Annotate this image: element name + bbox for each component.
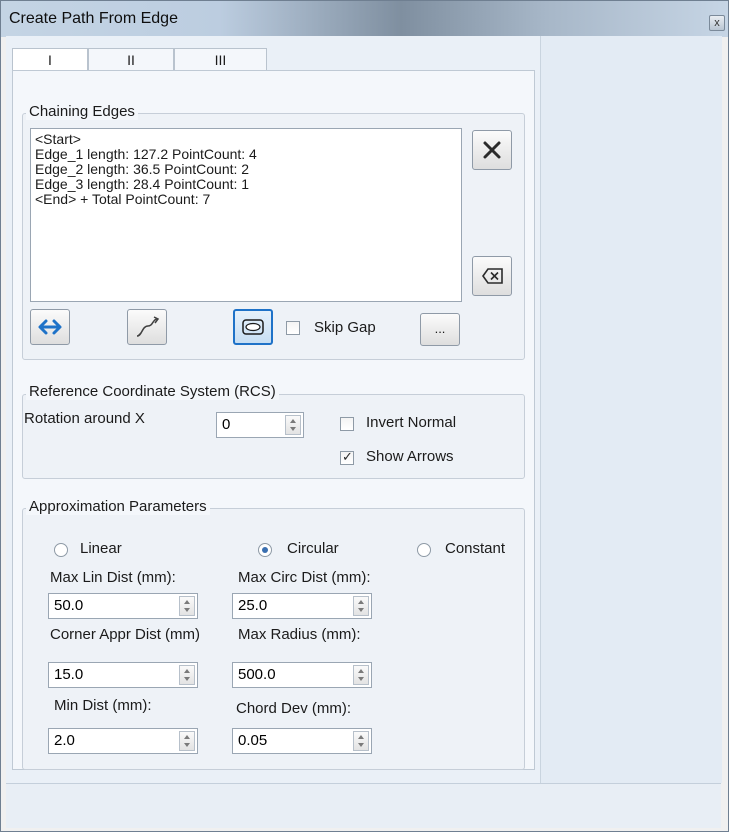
- chaining-edges-label: Chaining Edges: [26, 103, 138, 120]
- linear-label: Linear: [80, 540, 122, 557]
- list-item[interactable]: <Start>: [35, 132, 457, 147]
- reverse-direction-button[interactable]: [30, 309, 70, 345]
- min-dist-spin-buttons[interactable]: [179, 731, 195, 751]
- max-circ-dist-spinner[interactable]: [232, 593, 372, 619]
- show-arrows-label: Show Arrows: [366, 448, 454, 465]
- show-arrows-checkbox[interactable]: [340, 449, 354, 465]
- constant-radio[interactable]: [417, 543, 431, 557]
- skip-gap-label: Skip Gap: [314, 319, 376, 336]
- list-item[interactable]: <End> + Total PointCount: 7: [35, 192, 457, 207]
- min-dist-label: Min Dist (mm):: [54, 697, 152, 714]
- list-item[interactable]: Edge_1 length: 127.2 PointCount: 4: [35, 147, 457, 162]
- rotation-spin-buttons[interactable]: [285, 415, 301, 435]
- max-radius-input[interactable]: [236, 665, 350, 684]
- tab-2[interactable]: II: [88, 48, 174, 72]
- linear-radio[interactable]: [54, 543, 68, 557]
- max-lin-dist-spinner[interactable]: [48, 593, 198, 619]
- chord-dev-input[interactable]: [236, 731, 350, 750]
- circular-radio[interactable]: [258, 543, 272, 557]
- chord-dev-label: Chord Dev (mm):: [236, 700, 352, 717]
- list-item[interactable]: Edge_2 length: 36.5 PointCount: 2: [35, 162, 457, 177]
- invert-normal-checkbox[interactable]: [340, 417, 354, 431]
- rcs-label: Reference Coordinate System (RCS): [26, 383, 279, 400]
- skip-gap-checkbox[interactable]: [286, 321, 300, 335]
- corner-appr-dist-label: Corner Appr Dist (mm): [50, 626, 201, 643]
- close-icon: [483, 141, 501, 159]
- max-circ-dist-input[interactable]: [236, 596, 350, 615]
- corner-appr-dist-spin-buttons[interactable]: [179, 665, 195, 685]
- rotation-spinner[interactable]: [216, 412, 334, 438]
- rotation-label: Rotation around X: [24, 410, 145, 427]
- more-options-button[interactable]: ...: [420, 313, 460, 346]
- corner-appr-dist-input[interactable]: [52, 665, 166, 684]
- backspace-icon: [482, 268, 503, 284]
- swap-arrows-icon: [38, 319, 62, 335]
- chord-dev-spin-buttons[interactable]: [353, 731, 369, 751]
- closed-loop-button[interactable]: [233, 309, 273, 345]
- min-dist-spinner[interactable]: [48, 728, 198, 754]
- circular-label: Circular: [287, 540, 339, 557]
- max-radius-spinner[interactable]: [232, 662, 372, 688]
- max-lin-dist-label: Max Lin Dist (mm):: [50, 569, 176, 586]
- max-circ-dist-label: Max Circ Dist (mm):: [238, 569, 371, 586]
- constant-label: Constant: [445, 540, 506, 557]
- min-dist-input[interactable]: [52, 731, 166, 750]
- title-bar[interactable]: Create Path From Edge x: [1, 1, 728, 37]
- rotation-input[interactable]: [220, 415, 334, 434]
- approximation-label: Approximation Parameters: [26, 498, 210, 515]
- remove-edge-button[interactable]: [472, 130, 512, 170]
- chord-dev-spinner[interactable]: [232, 728, 372, 754]
- max-circ-dist-spin-buttons[interactable]: [353, 596, 369, 616]
- invert-normal-label: Invert Normal: [366, 414, 457, 431]
- max-lin-dist-spin-buttons[interactable]: [179, 596, 195, 616]
- max-lin-dist-input[interactable]: [52, 596, 166, 615]
- corner-appr-dist-spinner[interactable]: [48, 662, 198, 688]
- loop-icon: [242, 319, 264, 335]
- tab-3[interactable]: III: [174, 48, 267, 72]
- max-radius-label: Max Radius (mm):: [238, 626, 361, 643]
- right-pane: [540, 36, 722, 783]
- edge-list[interactable]: <Start> Edge_1 length: 127.2 PointCount:…: [30, 128, 462, 302]
- close-button[interactable]: x: [709, 15, 725, 31]
- window-title: Create Path From Edge: [9, 10, 178, 27]
- clear-edges-button[interactable]: [472, 256, 512, 296]
- status-strip: [6, 783, 721, 828]
- list-item[interactable]: Edge_3 length: 28.4 PointCount: 1: [35, 177, 457, 192]
- max-radius-spin-buttons[interactable]: [353, 665, 369, 685]
- curve-arrow-icon: [136, 316, 160, 337]
- path-direction-button[interactable]: [127, 309, 167, 345]
